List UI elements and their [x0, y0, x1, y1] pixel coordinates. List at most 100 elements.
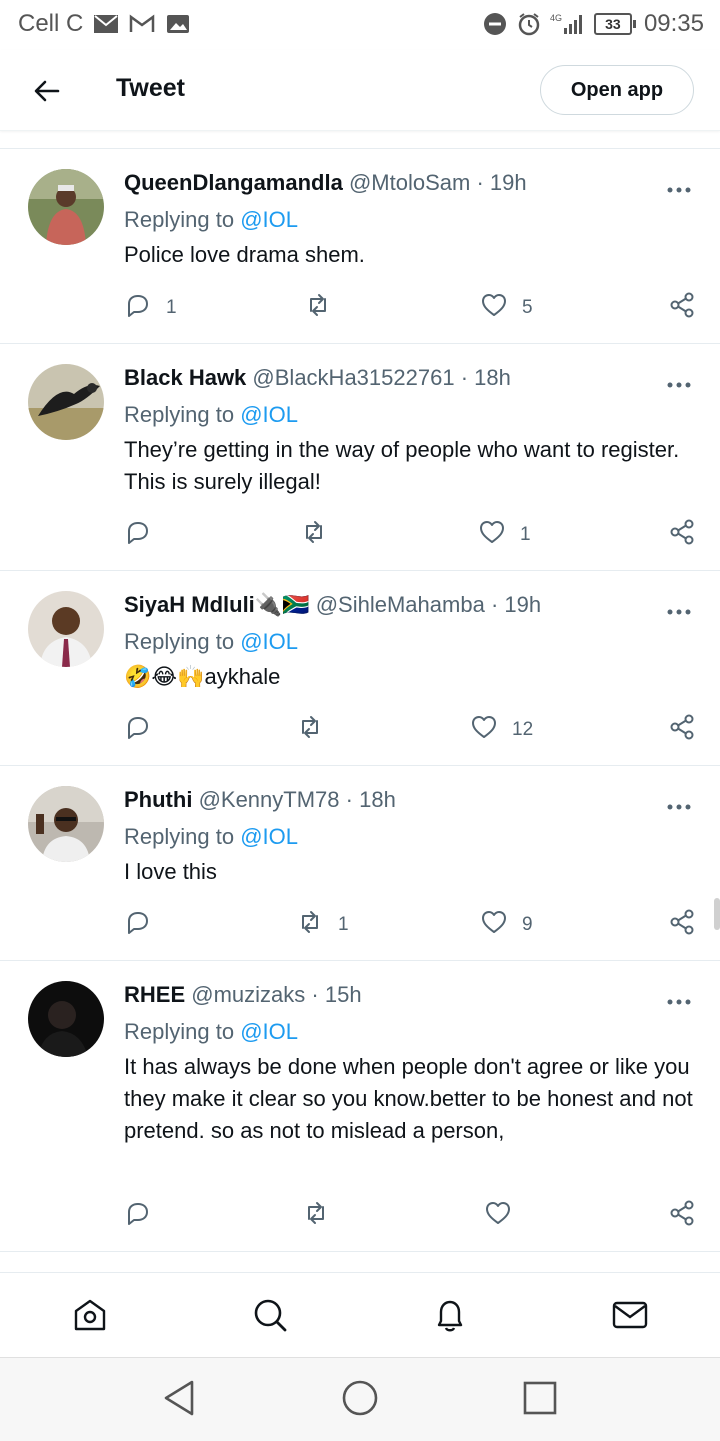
recents-icon[interactable] — [520, 1378, 560, 1418]
display-name[interactable]: QueenDlangamandla — [124, 170, 343, 195]
share-button[interactable] — [668, 908, 696, 942]
retweet-icon — [300, 518, 328, 552]
reply-icon — [124, 291, 152, 325]
retweet-button[interactable] — [302, 1199, 344, 1233]
tweet-text: Police love drama shem. — [124, 242, 365, 267]
retweet-button[interactable]: 1 — [296, 908, 349, 942]
timestamp[interactable]: 18h — [359, 787, 396, 812]
avatar[interactable] — [28, 364, 104, 440]
back-arrow-icon[interactable] — [30, 74, 64, 108]
display-name[interactable]: SiyaH Mdluli🔌🇿🇦 — [124, 592, 310, 617]
reply-button[interactable] — [124, 908, 166, 942]
mention-link[interactable]: @IOL — [240, 207, 298, 232]
tweet-item[interactable]: Black Hawk @BlackHa31522761 · 18h Replyi… — [0, 343, 720, 570]
open-app-button[interactable]: Open app — [540, 65, 694, 115]
share-button[interactable] — [668, 518, 696, 552]
more-options-icon[interactable] — [666, 376, 692, 388]
heart-icon — [480, 908, 508, 942]
display-name[interactable]: Black Hawk — [124, 365, 246, 390]
mention-link[interactable]: @IOL — [240, 402, 298, 427]
like-button[interactable] — [484, 1199, 526, 1233]
reply-button[interactable] — [124, 1199, 166, 1233]
share-icon — [668, 713, 696, 747]
tweet-item[interactable]: Phuthi @KennyTM78 · 18h Replying to @IOL… — [0, 765, 720, 960]
mention-link[interactable]: @IOL — [240, 629, 298, 654]
retweet-icon — [304, 291, 332, 325]
timestamp[interactable]: 18h — [474, 365, 511, 390]
retweet-icon — [296, 713, 324, 747]
top-app-bar: Tweet Open app — [0, 50, 720, 131]
tweet-item[interactable]: RHEE @muzizaks · 15h Replying to @IOL It… — [0, 960, 720, 1252]
do-not-disturb-icon — [482, 13, 508, 35]
handle[interactable]: @SihleMahamba — [316, 592, 485, 617]
avatar[interactable] — [28, 786, 104, 862]
more-options-icon[interactable] — [666, 798, 692, 810]
handle[interactable]: @BlackHa31522761 — [252, 365, 454, 390]
retweet-count: 1 — [338, 914, 349, 935]
scrollbar-thumb[interactable] — [714, 898, 720, 930]
mail-icon — [93, 13, 119, 35]
more-options-icon[interactable] — [666, 603, 692, 615]
retweet-icon — [302, 1199, 330, 1233]
reply-icon — [124, 518, 152, 552]
timestamp[interactable]: 19h — [504, 592, 541, 617]
reply-button[interactable] — [124, 713, 166, 747]
mention-link[interactable]: @IOL — [240, 1019, 298, 1044]
retweet-button[interactable] — [300, 518, 342, 552]
replying-to: Replying to @IOL — [124, 207, 298, 232]
home-icon[interactable] — [340, 1378, 380, 1418]
handle[interactable]: @MtoloSam — [349, 170, 470, 195]
avatar[interactable] — [28, 981, 104, 1057]
system-navigation-bar — [0, 1357, 720, 1441]
tweet-header: RHEE @muzizaks · 15h — [124, 982, 362, 1007]
back-icon[interactable] — [160, 1378, 200, 1418]
reply-icon — [124, 713, 152, 747]
alarm-icon — [516, 13, 542, 36]
handle[interactable]: @KennyTM78 — [199, 787, 340, 812]
heart-icon — [480, 291, 508, 325]
tweet-item[interactable]: QueenDlangamandla @MtoloSam · 19h Replyi… — [0, 148, 720, 343]
share-button[interactable] — [668, 1199, 696, 1233]
retweet-button[interactable] — [304, 291, 346, 325]
like-count: 5 — [522, 297, 533, 318]
avatar[interactable] — [28, 591, 104, 667]
retweet-button[interactable] — [296, 713, 338, 747]
heart-icon — [470, 713, 498, 747]
messages-icon[interactable] — [610, 1295, 650, 1335]
display-name[interactable]: Phuthi — [124, 787, 192, 812]
timestamp[interactable]: 15h — [325, 982, 362, 1007]
svg-text:4G: 4G — [550, 13, 562, 23]
tweet-header: Black Hawk @BlackHa31522761 · 18h — [124, 365, 511, 390]
share-button[interactable] — [668, 713, 696, 747]
mention-link[interactable]: @IOL — [240, 824, 298, 849]
replying-to: Replying to @IOL — [124, 1019, 298, 1044]
handle[interactable]: @muzizaks — [191, 982, 305, 1007]
more-options-icon[interactable] — [666, 993, 692, 1005]
reply-icon — [124, 1199, 152, 1233]
heart-icon — [484, 1199, 512, 1233]
home-icon[interactable] — [70, 1295, 110, 1335]
tweet-header: Phuthi @KennyTM78 · 18h — [124, 787, 396, 812]
notifications-icon[interactable] — [430, 1295, 470, 1335]
search-icon[interactable] — [250, 1295, 290, 1335]
like-button[interactable]: 9 — [480, 908, 533, 942]
like-count: 1 — [520, 524, 531, 545]
bottom-navigation — [0, 1272, 720, 1357]
timestamp[interactable]: 19h — [490, 170, 527, 195]
like-button[interactable]: 12 — [470, 713, 533, 747]
like-button[interactable]: 1 — [478, 518, 531, 552]
display-name[interactable]: RHEE — [124, 982, 185, 1007]
replying-to: Replying to @IOL — [124, 402, 298, 427]
reply-button[interactable]: 1 — [124, 291, 177, 325]
gmail-icon — [129, 13, 155, 35]
signal-icon: 4G — [550, 13, 586, 35]
like-button[interactable]: 5 — [480, 291, 533, 325]
share-button[interactable] — [668, 291, 696, 325]
more-options-icon[interactable] — [666, 181, 692, 193]
heart-icon — [478, 518, 506, 552]
tweet-item[interactable]: SiyaH Mdluli🔌🇿🇦 @SihleMahamba · 19h Repl… — [0, 570, 720, 765]
avatar[interactable] — [28, 169, 104, 245]
like-count: 12 — [512, 719, 534, 740]
tweet-text: It has always be done when people don't … — [124, 1054, 693, 1143]
reply-button[interactable] — [124, 518, 166, 552]
